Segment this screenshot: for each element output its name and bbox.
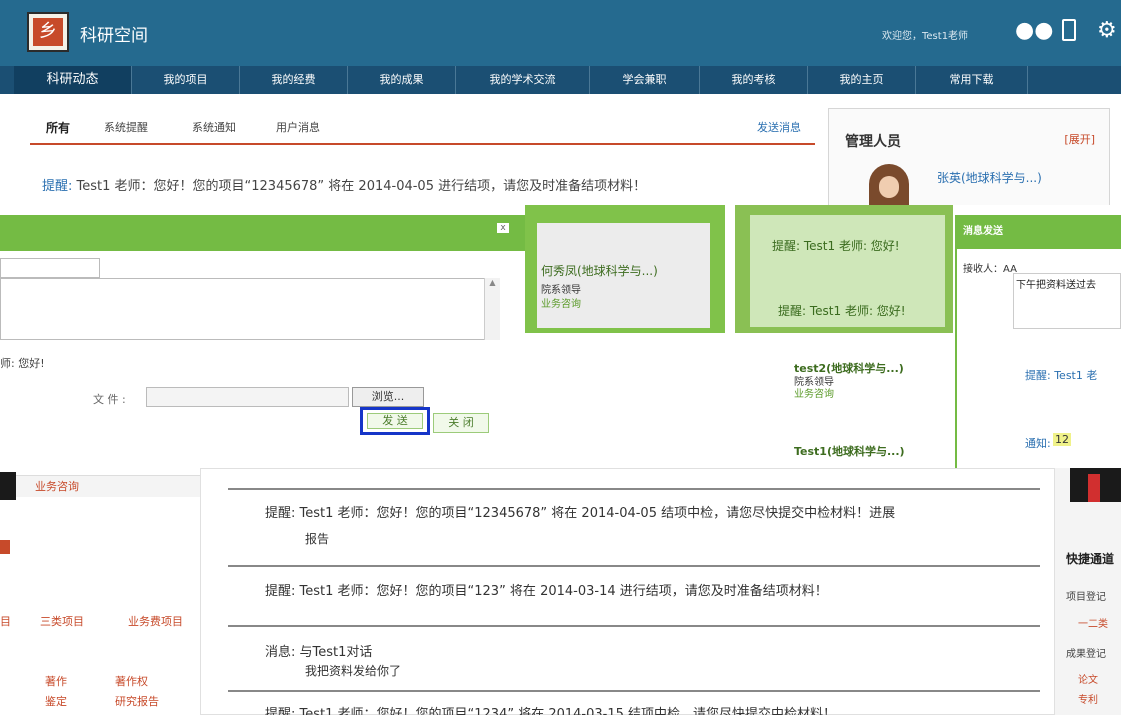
contact-role: 院系领导 (541, 285, 581, 296)
nav-society-roles[interactable]: 学会兼职 (590, 66, 700, 94)
business-consult-link[interactable]: 业务咨询 (35, 478, 79, 494)
left-panel-bar (0, 475, 200, 497)
section-marker (0, 540, 10, 554)
achievement-link[interactable]: 著作 (45, 673, 67, 689)
left-avatar (0, 472, 16, 500)
message-item[interactable]: 提醒: Test1 老师：您好！您的项目“123” 将在 2014-03-14 … (265, 580, 828, 599)
main-nav: 科研动态 我的项目 我的经费 我的成果 我的学术交流 学会兼职 我的考核 我的主… (0, 66, 1121, 94)
nav-my-funds[interactable]: 我的经费 (240, 66, 348, 94)
reminder-item[interactable]: 提醒: Test1 老师：您好！您的项目“12345678” 将在 2014-0… (42, 175, 646, 194)
achievement-link[interactable]: 研究报告 (115, 693, 159, 709)
welcome-text: 欢迎您，Test1老师 (882, 31, 969, 42)
quick-link[interactable]: 项目登记 (1066, 588, 1106, 603)
contact-name[interactable]: 何秀凤(地球科学与...) (541, 262, 658, 279)
logo-glyph: 乡 (33, 18, 63, 46)
contact-consult-link[interactable]: 业务咨询 (794, 385, 834, 400)
browse-button[interactable]: 浏览... (352, 387, 424, 407)
message-item[interactable]: 提醒: Test1 老师：您好！您的项目“1234” 将在 2014-03-15… (265, 703, 836, 715)
project-type-link[interactable]: 目 (0, 613, 11, 629)
message-textarea[interactable] (0, 278, 500, 340)
send-message-link[interactable]: 发送消息 (757, 119, 801, 135)
notice-label: 通知: (1025, 437, 1051, 450)
quick-access-title: 快捷通道 (1066, 552, 1115, 566)
file-input[interactable] (146, 387, 349, 407)
message-send-dialog (955, 215, 1121, 470)
admin-avatar (869, 164, 909, 210)
close-button[interactable]: 关 闭 (433, 413, 489, 433)
admin-panel-title: 管理人员 (845, 134, 901, 150)
admin-panel: 管理人员 [展开] 张英(地球科学与...) (828, 108, 1110, 213)
message-send-title: 消息发送 (955, 215, 1121, 249)
quick-link[interactable]: 专利 (1078, 691, 1098, 706)
message-content-field[interactable]: 下午把资料送过去 (1013, 273, 1121, 329)
message-item[interactable]: 消息: 与Test1对话 (265, 641, 372, 660)
nav-my-homepage[interactable]: 我的主页 (808, 66, 916, 94)
tab-system-reminders[interactable]: 系统提醒 (104, 119, 148, 135)
overlay-band: x ▲ 师: 您好! 文 件 : 浏览... 发 送 关 闭 何秀凤(地球科学与… (0, 205, 1121, 475)
quick-link[interactable]: 一二类 (1078, 615, 1108, 630)
achievement-types: 著作 著作权 鉴定 研究报告 (0, 665, 200, 708)
contact-name[interactable]: Test1(地球科学与...) (794, 443, 905, 459)
right-reminder[interactable]: 提醒: Test1 老 (1025, 367, 1097, 383)
achievement-link[interactable]: 鉴定 (45, 693, 67, 709)
project-type-link[interactable]: 业务费项目 (128, 613, 183, 629)
textarea-scrollbar[interactable]: ▲ (484, 278, 500, 340)
tab-system-notices[interactable]: 系统通知 (192, 119, 236, 135)
row-divider (228, 565, 1040, 567)
tab-user-messages[interactable]: 用户消息 (276, 119, 320, 135)
project-type-nav: 目 三类项目 业务费项目 (0, 613, 200, 633)
app-logo[interactable]: 乡 (27, 12, 69, 52)
reminder-text: Test1 老师：您好！您的项目“12345678” 将在 2014-04-05… (72, 179, 647, 194)
notice-count-badge: 12 (1053, 433, 1071, 446)
quick-link[interactable]: 成果登记 (1066, 645, 1106, 660)
contact-consult-link[interactable]: 业务咨询 (541, 295, 581, 310)
row-divider (228, 488, 1040, 490)
reminder-fragment: 师: 您好! (0, 357, 45, 370)
bg-reminder[interactable]: 提醒: Test1 老师: 您好! (772, 237, 900, 254)
nav-research-news[interactable]: 科研动态 (14, 66, 132, 94)
nav-downloads[interactable]: 常用下载 (916, 66, 1028, 94)
expand-link[interactable]: [展开] (1064, 131, 1095, 147)
recipient-label: 接收人：AA (963, 264, 1017, 275)
send-button[interactable]: 发 送 (367, 413, 423, 429)
users-icon[interactable]: ●● (1015, 19, 1053, 43)
reminder-tag: 提醒: (42, 179, 73, 194)
row-divider (228, 690, 1040, 692)
app-title: 科研空间 (80, 26, 148, 46)
quick-link[interactable]: 论文 (1078, 671, 1098, 686)
bg-reminder[interactable]: 提醒: Test1 老师: 您好! (778, 302, 906, 319)
mobile-icon[interactable] (1062, 19, 1076, 41)
dialog-header (0, 215, 525, 251)
recipient-input[interactable] (0, 258, 100, 278)
project-type-link[interactable]: 三类项目 (40, 613, 84, 629)
app-header: 乡 科研空间 欢迎您，Test1老师 ●● ⚙ (0, 0, 1121, 66)
user-avatar (1070, 468, 1121, 502)
admin-name-link[interactable]: 张英(地球科学与...) (937, 169, 1042, 186)
nav-my-projects[interactable]: 我的项目 (132, 66, 240, 94)
send-button-highlight[interactable]: 发 送 (360, 407, 430, 435)
message-preview: 我把资料发给你了 (305, 664, 402, 678)
achievement-link[interactable]: 著作权 (115, 673, 148, 689)
nav-my-assessment[interactable]: 我的考核 (700, 66, 808, 94)
nav-my-achievements[interactable]: 我的成果 (348, 66, 456, 94)
message-tabs: 所有 系统提醒 系统通知 用户消息 发送消息 (30, 113, 815, 145)
close-icon[interactable]: x (497, 223, 509, 233)
tab-all[interactable]: 所有 (46, 119, 70, 136)
message-item-continuation: 报告 (305, 532, 330, 546)
message-item[interactable]: 提醒: Test1 老师：您好！您的项目“12345678” 将在 2014-0… (265, 502, 895, 521)
nav-academic-exchange[interactable]: 我的学术交流 (456, 66, 590, 94)
gear-icon[interactable]: ⚙ (1097, 19, 1117, 43)
row-divider (228, 625, 1040, 627)
file-label: 文 件 : (93, 393, 126, 406)
